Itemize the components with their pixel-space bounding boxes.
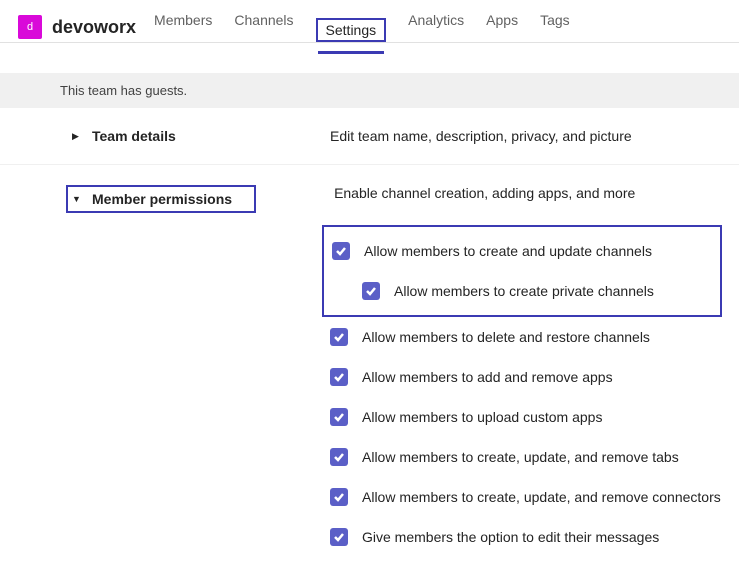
tab-analytics[interactable]: Analytics [408,12,464,42]
tab-settings[interactable]: Settings [316,18,387,42]
section-title-team-details: Team details [92,128,176,144]
chevron-down-icon: ▼ [72,194,80,204]
highlight-box: Allow members to create and update chann… [322,225,722,317]
checkbox-edit-messages[interactable] [330,528,348,546]
permission-item: Allow members to create, update, and rem… [330,477,739,517]
check-icon [365,285,377,297]
checkbox-delete-restore-channels[interactable] [330,328,348,346]
permission-item: Allow members to upload custom apps [330,397,739,437]
header: d devoworx Members Channels Settings Ana… [0,0,739,43]
checkbox-connectors[interactable] [330,488,348,506]
permissions-list: Allow members to create and update chann… [0,221,739,557]
tabs: Members Channels Settings Analytics Apps… [154,12,570,42]
permission-label: Allow members to delete and restore chan… [362,329,650,345]
permission-item: Allow members to create and update chann… [332,231,712,271]
check-icon [333,371,345,383]
tab-tags[interactable]: Tags [540,12,570,42]
content: This team has guests. ▶ Team details Edi… [0,73,739,557]
permission-label: Allow members to create, update, and rem… [362,489,721,505]
permission-item: Allow members to create private channels [332,271,712,311]
checkbox-create-private-channels[interactable] [362,282,380,300]
team-name: devoworx [52,17,136,38]
check-icon [333,491,345,503]
checkbox-tabs[interactable] [330,448,348,466]
permission-label: Allow members to add and remove apps [362,369,613,385]
tab-channels[interactable]: Channels [234,12,293,42]
check-icon [335,245,347,257]
section-title-member-permissions: Member permissions [92,191,232,207]
section-team-details[interactable]: ▶ Team details Edit team name, descripti… [0,108,739,165]
section-desc-member-permissions: Enable channel creation, adding apps, an… [334,185,635,201]
checkbox-add-remove-apps[interactable] [330,368,348,386]
tab-members[interactable]: Members [154,12,212,42]
permission-label: Allow members to create, update, and rem… [362,449,679,465]
permission-item: Allow members to create, update, and rem… [330,437,739,477]
permission-label: Give members the option to edit their me… [362,529,659,545]
check-icon [333,531,345,543]
permission-item: Allow members to add and remove apps [330,357,739,397]
permission-label: Allow members to create private channels [394,283,654,299]
tab-apps[interactable]: Apps [486,12,518,42]
section-member-permissions[interactable]: ▼ Member permissions Enable channel crea… [0,165,739,221]
check-icon [333,451,345,463]
permission-item: Allow members to delete and restore chan… [330,317,739,357]
checkbox-create-update-channels[interactable] [332,242,350,260]
section-desc-team-details: Edit team name, description, privacy, an… [330,128,632,144]
chevron-right-icon: ▶ [72,131,80,142]
guests-banner: This team has guests. [0,73,739,108]
team-icon: d [18,15,42,39]
permission-label: Allow members to upload custom apps [362,409,602,425]
permission-label: Allow members to create and update chann… [364,243,652,259]
permission-item: Give members the option to edit their me… [330,517,739,557]
check-icon [333,331,345,343]
checkbox-upload-custom-apps[interactable] [330,408,348,426]
check-icon [333,411,345,423]
